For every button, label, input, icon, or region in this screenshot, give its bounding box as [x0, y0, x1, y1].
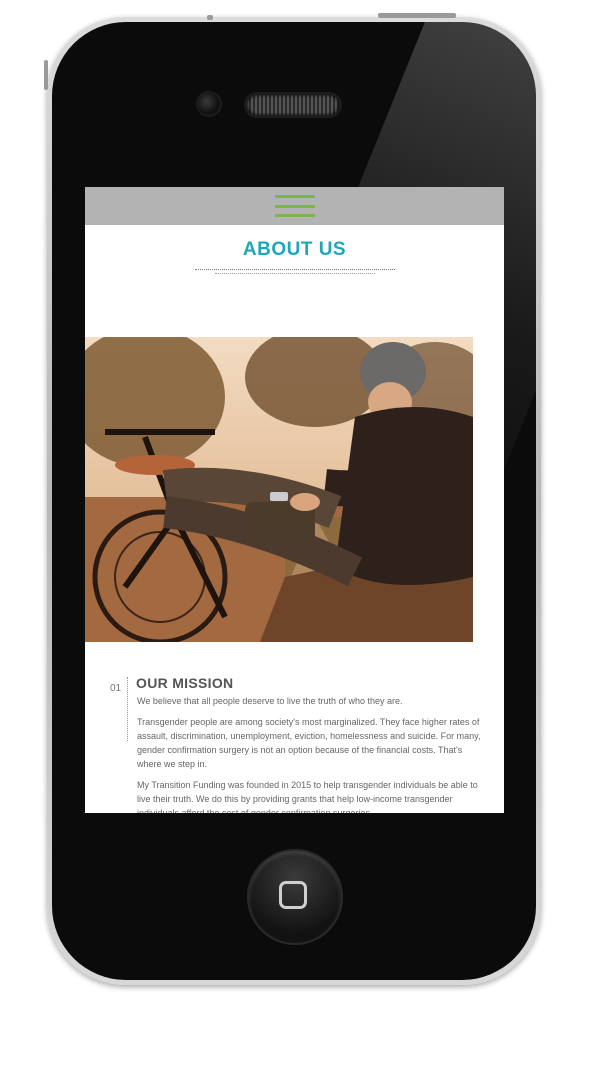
- phone-screen: ABOUT US 01 OUR MISSION We believe that …: [85, 187, 504, 813]
- hamburger-line: [274, 204, 315, 208]
- mission-divider: [127, 677, 128, 741]
- home-button-icon: [279, 881, 307, 909]
- hero-image: [85, 337, 473, 642]
- mission-heading: OUR MISSION: [136, 675, 234, 691]
- power-button: [378, 13, 456, 18]
- earpiece-speaker: [247, 95, 339, 115]
- front-camera-icon: [198, 93, 220, 115]
- mission-text: We believe that all people deserve to li…: [137, 694, 482, 813]
- man-on-bench-with-bicycle-photo: [85, 337, 473, 642]
- mission-paragraph: We believe that all people deserve to li…: [137, 696, 403, 706]
- hamburger-line: [274, 214, 315, 217]
- mission-number: 01: [110, 683, 122, 694]
- title-divider-secondary: [214, 273, 375, 274]
- mute-switch: [207, 15, 213, 20]
- home-button[interactable]: [249, 851, 341, 943]
- page-title: ABOUT US: [242, 239, 347, 260]
- top-navigation-bar: [85, 187, 504, 225]
- hamburger-line: [274, 195, 315, 198]
- mission-paragraph: My Transition Funding was founded in 201…: [137, 780, 478, 813]
- volume-up-button: [44, 60, 48, 90]
- hamburger-icon[interactable]: [274, 193, 315, 219]
- mission-paragraph: Transgender people are among society's m…: [137, 717, 481, 769]
- title-divider: [194, 269, 395, 270]
